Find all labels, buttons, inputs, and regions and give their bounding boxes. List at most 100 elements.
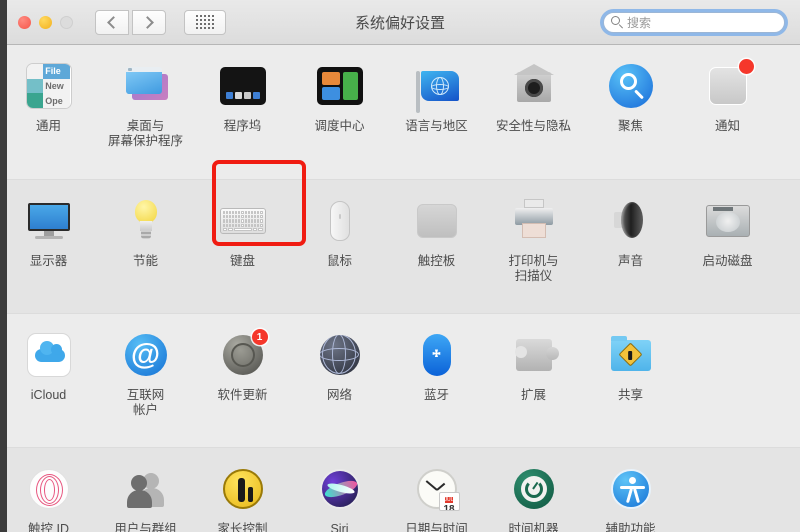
extensions-icon	[509, 330, 559, 380]
spotlight-icon	[606, 61, 656, 111]
minimize-button[interactable]	[39, 15, 52, 29]
pane-notifications[interactable]: 通知	[679, 58, 776, 179]
pane-icloud[interactable]: iCloud	[0, 327, 97, 447]
parental-controls-icon	[218, 464, 268, 514]
notifications-icon	[703, 59, 754, 111]
preference-pane-grid: File New Ope 通用 桌面与 屏幕保护程序 程序坞 调度中心 语言与地…	[0, 45, 800, 532]
pane-label: 触控 ID	[28, 522, 69, 532]
accessibility-icon	[606, 464, 656, 514]
pane-mission-control[interactable]: 调度中心	[291, 58, 388, 179]
displays-icon	[24, 196, 74, 246]
pane-label: 网络	[326, 388, 352, 402]
navigation-buttons	[95, 9, 166, 35]
back-button[interactable]	[95, 9, 129, 35]
pane-label: 用户与群组	[114, 522, 177, 532]
preference-row: 触控 ID 用户与群组 家长控制 Siri JUL 18 日期与时间 时间机器 …	[0, 447, 800, 532]
pane-label: 共享	[617, 388, 643, 402]
pane-bluetooth[interactable]: ᛭ 蓝牙	[388, 327, 485, 447]
pane-network[interactable]: 网络	[291, 327, 388, 447]
pane-label: 聚焦	[617, 119, 643, 133]
general-new-label: New	[43, 78, 71, 94]
pane-label: 蓝牙	[423, 388, 449, 402]
pane-date-time[interactable]: JUL 18 日期与时间	[388, 461, 485, 532]
printers-scanners-icon	[509, 196, 559, 246]
bluetooth-glyph: ᛭	[422, 334, 451, 376]
pane-label: 通用	[35, 119, 61, 133]
notification-badge	[738, 59, 754, 74]
pane-time-machine[interactable]: 时间机器	[485, 461, 582, 532]
pane-keyboard[interactable]: 键盘	[194, 193, 291, 313]
pane-software-update[interactable]: 1 软件更新	[194, 327, 291, 447]
pane-sound[interactable]: 声音	[582, 193, 679, 313]
pane-security-privacy[interactable]: 安全性与隐私	[485, 58, 582, 179]
pane-label: 鼠标	[326, 254, 352, 268]
pane-printers-scanners[interactable]: 打印机与 扫描仪	[485, 193, 582, 313]
pane-mouse[interactable]: 鼠标	[291, 193, 388, 313]
preference-row: File New Ope 通用 桌面与 屏幕保护程序 程序坞 调度中心 语言与地…	[0, 45, 800, 179]
pane-dock[interactable]: 程序坞	[194, 58, 291, 179]
language-region-icon	[412, 61, 462, 113]
siri-icon	[315, 464, 365, 514]
forward-button[interactable]	[132, 9, 166, 35]
pane-startup-disk[interactable]: 启动磁盘	[679, 193, 776, 313]
date-time-icon: JUL 18	[412, 464, 462, 514]
pane-internet-accounts[interactable]: @ 互联网 帐户	[97, 327, 194, 447]
mouse-icon	[315, 196, 365, 246]
preference-row: iCloud @ 互联网 帐户 1 软件更新 网络 ᛭ 蓝牙 扩展 共享	[0, 313, 800, 447]
pane-trackpad[interactable]: 触控板	[388, 193, 485, 313]
pane-label: 辅助功能	[605, 522, 656, 532]
chevron-left-icon	[107, 15, 120, 29]
pane-label: 时间机器	[508, 522, 559, 532]
pane-label: 显示器	[29, 254, 68, 268]
pane-label: 打印机与 扫描仪	[508, 254, 559, 283]
search-icon	[611, 16, 624, 29]
pane-displays[interactable]: 显示器	[0, 193, 97, 313]
calendar-month: JUL	[444, 497, 454, 503]
pane-label: 触控板	[417, 254, 456, 268]
pane-siri[interactable]: Siri	[291, 461, 388, 532]
sound-icon	[606, 196, 656, 246]
pane-extensions[interactable]: 扩展	[485, 327, 582, 447]
general-icon: File New Ope	[24, 61, 74, 111]
pane-energy-saver[interactable]: 节能	[97, 193, 194, 313]
startup-disk-icon	[703, 196, 753, 246]
titlebar: 系统偏好设置 搜索	[0, 0, 800, 45]
touch-id-icon	[24, 464, 74, 514]
calendar-day: 18	[443, 504, 455, 511]
window-edge-artifact	[0, 0, 7, 532]
close-button[interactable]	[18, 15, 31, 29]
pane-label: 声音	[617, 254, 643, 268]
security-privacy-icon	[509, 61, 559, 111]
pane-general[interactable]: File New Ope 通用	[0, 58, 97, 179]
general-file-label: File	[43, 64, 71, 79]
system-preferences-window: 系统偏好设置 搜索 File New Ope 通用 桌面与 屏幕保护程序 程序坞…	[0, 0, 800, 532]
bluetooth-icon: ᛭	[412, 330, 462, 380]
preference-row: 显示器 节能 键盘 鼠标 触控板 打印机与 扫描仪 声音 启动磁盘	[0, 179, 800, 313]
show-all-button[interactable]	[184, 9, 226, 35]
search-focus-ring: 搜索	[600, 9, 788, 36]
keyboard-icon	[218, 196, 268, 246]
pane-label: 桌面与 屏幕保护程序	[107, 119, 183, 148]
trackpad-icon	[412, 196, 462, 246]
pane-language-region[interactable]: 语言与地区	[388, 58, 485, 179]
pane-empty-slot	[679, 461, 776, 532]
grid-icon	[196, 15, 214, 29]
pane-touch-id[interactable]: 触控 ID	[0, 461, 97, 532]
pane-parental-controls[interactable]: 家长控制	[194, 461, 291, 532]
pane-label: 键盘	[229, 254, 255, 268]
pane-spotlight[interactable]: 聚焦	[582, 58, 679, 179]
pane-users-groups[interactable]: 用户与群组	[97, 461, 194, 532]
pane-empty-slot	[679, 327, 776, 447]
software-update-icon: 1	[218, 329, 268, 380]
pane-label: 调度中心	[314, 119, 365, 133]
pane-label: iCloud	[30, 388, 67, 402]
users-groups-icon	[121, 464, 171, 514]
search-input[interactable]: 搜索	[603, 12, 785, 33]
pane-desktop-screensaver[interactable]: 桌面与 屏幕保护程序	[97, 58, 194, 179]
pane-sharing[interactable]: 共享	[582, 327, 679, 447]
icloud-icon	[24, 330, 74, 380]
network-icon	[315, 330, 365, 380]
pane-label: 节能	[132, 254, 158, 268]
pane-label: 家长控制	[217, 522, 268, 532]
pane-accessibility[interactable]: 辅助功能	[582, 461, 679, 532]
